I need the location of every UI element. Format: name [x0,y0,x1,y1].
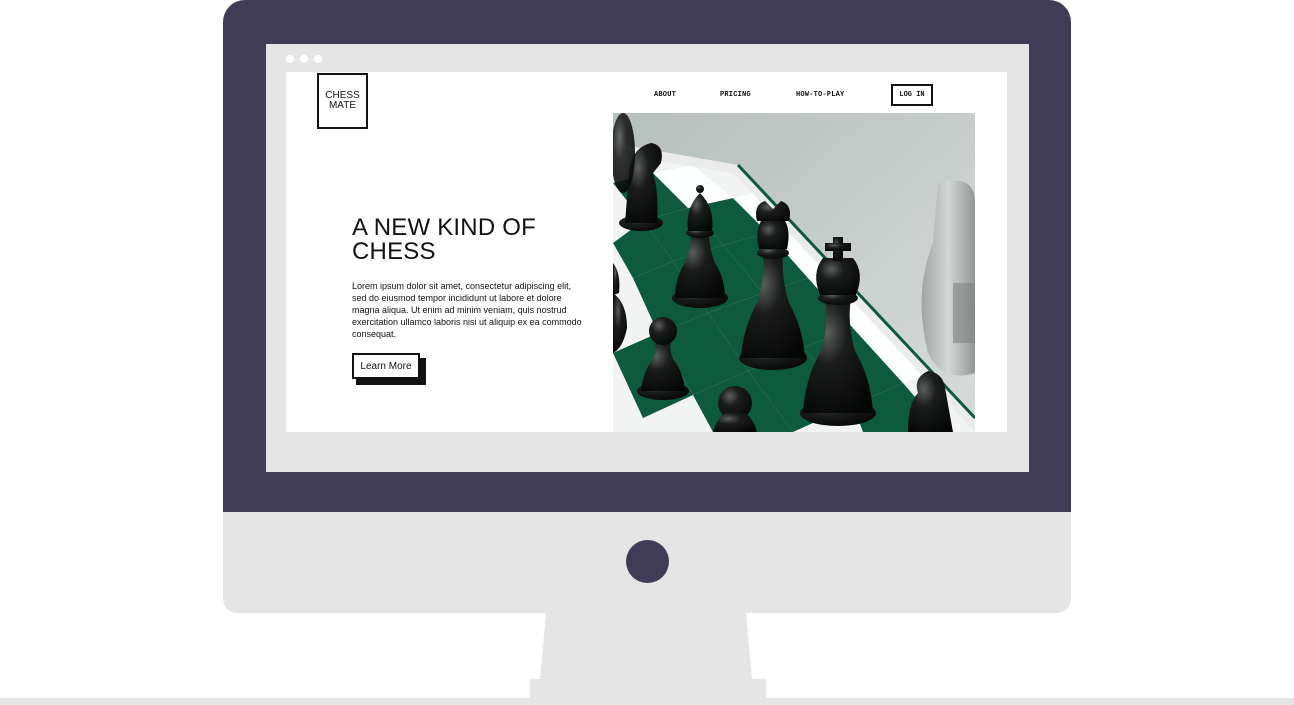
logo-line-2: MATE [328,100,357,111]
floor-line [0,698,1294,705]
hero-title: A NEW KIND OF CHESS [352,214,536,265]
monitor-stand-base [530,679,766,699]
site-logo[interactable]: CHESS MATE [317,73,368,129]
monitor-logo-dot [626,540,669,583]
login-button[interactable]: LOG IN [891,84,933,106]
hero-chess-image: a [613,113,975,432]
chess-photo-illustration: a [613,113,975,432]
learn-more-button[interactable]: Learn More [352,353,420,379]
window-dot-minimize[interactable] [300,55,308,63]
window-dot-maximize[interactable] [314,55,322,63]
monitor-stand-neck [540,613,752,679]
web-page: CHESS MATE ABOUT PRICING HOW-TO-PLAY LOG… [286,72,1007,432]
nav-link-pricing[interactable]: PRICING [720,91,751,99]
window-controls [286,55,322,63]
nav-link-about[interactable]: ABOUT [654,91,676,99]
nav-link-how-to-play[interactable]: HOW-TO-PLAY [796,91,844,99]
hero-body-text: Lorem ipsum dolor sit amet, consectetur … [352,281,582,339]
desktop-illustration: CHESS MATE ABOUT PRICING HOW-TO-PLAY LOG… [0,0,1294,705]
browser-window: CHESS MATE ABOUT PRICING HOW-TO-PLAY LOG… [266,44,1029,472]
window-dot-close[interactable] [286,55,294,63]
